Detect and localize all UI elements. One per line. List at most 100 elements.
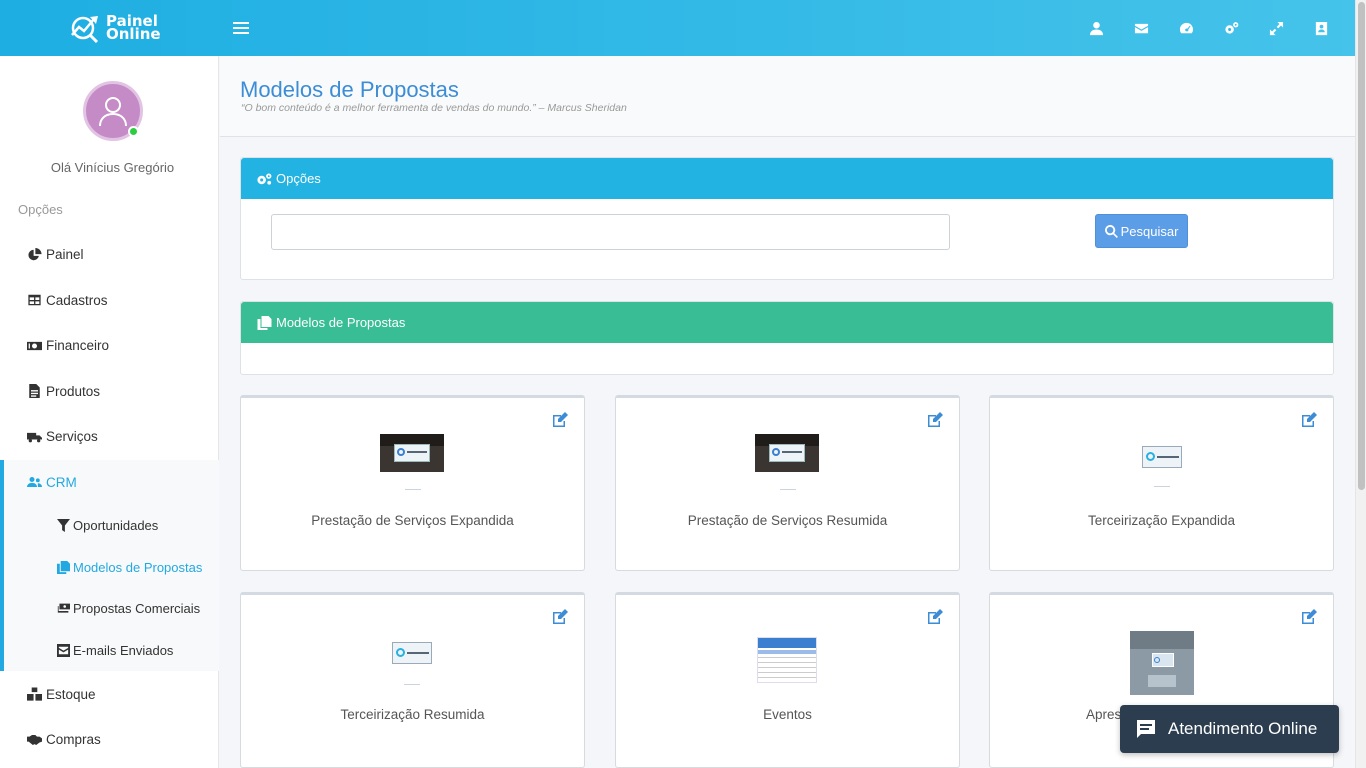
submenu-item-label: Modelos de Propostas xyxy=(73,559,203,575)
submenu-item-emails-enviados[interactable]: E-mails Enviados xyxy=(4,630,219,672)
chat-icon xyxy=(1137,720,1155,738)
online-status-dot xyxy=(128,126,139,137)
edit-icon[interactable] xyxy=(1301,609,1318,625)
models-panel-title: Modelos de Propostas xyxy=(276,315,406,330)
sidebar-section-label: Opções xyxy=(18,202,63,217)
dashboard-icon[interactable] xyxy=(1164,0,1209,56)
brand-logo[interactable]: Painel Online xyxy=(68,11,178,45)
submenu-item-label: E-mails Enviados xyxy=(73,643,174,659)
search-input[interactable] xyxy=(271,214,950,250)
sidebar-item-compras[interactable]: Compras xyxy=(0,717,219,763)
sidebar-item-produtos[interactable]: Produtos xyxy=(0,369,219,415)
card-title: Terceirização Resumida xyxy=(340,707,485,722)
sidebar-item-financeiro[interactable]: Financeiro xyxy=(0,323,219,369)
search-button-label: Pesquisar xyxy=(1120,223,1179,239)
page-quote: “O bom conteúdo é a melhor ferramenta de… xyxy=(241,102,627,114)
sidebar-item-label: Compras xyxy=(46,732,101,748)
brand-text: Painel Online xyxy=(106,14,161,43)
template-thumbnail xyxy=(380,434,444,472)
money-stack-icon xyxy=(57,604,70,614)
pie-chart-icon xyxy=(28,247,42,260)
cogs-icon xyxy=(257,173,272,185)
online-support-chat-button[interactable]: Atendimento Online xyxy=(1120,705,1339,753)
template-thumbnail xyxy=(1142,446,1182,468)
page-title: Modelos de Propostas xyxy=(240,77,459,102)
chat-label: Atendimento Online xyxy=(1168,719,1318,738)
edit-icon[interactable] xyxy=(927,412,944,428)
options-panel: Opções Pesquisar xyxy=(240,157,1334,280)
truck-icon xyxy=(27,432,42,443)
sidebar-item-crm[interactable]: CRM xyxy=(4,460,219,506)
cubes-icon xyxy=(27,687,42,701)
sidebar-menu: Painel Cadastros Financeiro Produtos Ser… xyxy=(0,232,219,762)
options-panel-heading: Opções xyxy=(241,158,1333,199)
copy-icon xyxy=(257,315,272,330)
proposal-card[interactable]: Terceirização Resumida xyxy=(240,592,585,768)
top-bar: Painel Online xyxy=(0,0,1355,56)
sidebar-item-servicos[interactable]: Serviços xyxy=(0,414,219,460)
edit-icon[interactable] xyxy=(927,609,944,625)
sidebar-item-label: Cadastros xyxy=(46,292,108,308)
file-icon xyxy=(29,384,40,399)
search-button[interactable]: Pesquisar xyxy=(1095,214,1188,248)
proposal-card[interactable]: Terceirização Expandida xyxy=(989,395,1334,571)
edit-icon[interactable] xyxy=(552,609,569,625)
envelope-icon[interactable] xyxy=(1119,0,1164,56)
table-icon xyxy=(28,295,41,306)
card-title: Prestação de Serviços Resumida xyxy=(687,513,888,528)
options-panel-title: Opções xyxy=(276,171,321,186)
template-thumbnail xyxy=(1130,631,1194,695)
copy-icon xyxy=(57,560,70,574)
edit-icon[interactable] xyxy=(1301,412,1318,428)
card-title: Terceirização Expandida xyxy=(1087,513,1236,528)
edit-icon[interactable] xyxy=(552,412,569,428)
sidebar-item-label: CRM xyxy=(46,474,77,490)
user-avatar-icon xyxy=(99,97,127,127)
sidebar-item-label: Serviços xyxy=(46,429,98,445)
submenu-item-label: Propostas Comerciais xyxy=(73,601,201,617)
brand-line2: Online xyxy=(106,25,161,43)
sidebar-item-label: Painel xyxy=(46,247,84,263)
crm-group: CRM Oportunidades Modelos de Propostas P… xyxy=(0,459,219,672)
page-header: Modelos de Propostas “O bom conteúdo é a… xyxy=(220,56,1355,137)
template-thumbnail xyxy=(757,637,817,683)
logo-icon xyxy=(71,16,99,43)
top-icons xyxy=(1074,0,1344,56)
avatar[interactable] xyxy=(83,81,143,141)
address-book-icon[interactable] xyxy=(1299,0,1344,56)
card-title: Eventos xyxy=(763,707,812,722)
page-scrollbar[interactable] xyxy=(1355,0,1366,768)
proposal-card[interactable]: Prestação de Serviços Resumida xyxy=(615,395,960,571)
sidebar-item-label: Produtos xyxy=(46,383,101,399)
template-thumbnail xyxy=(392,642,432,664)
thumbnail-caption xyxy=(780,489,796,490)
sidebar: Olá Vinícius Gregório Opções Painel Cada… xyxy=(0,56,219,768)
thumbnail-caption xyxy=(404,684,420,685)
filter-icon xyxy=(57,519,70,533)
search-icon xyxy=(1104,224,1118,238)
template-thumbnail xyxy=(755,434,819,472)
sidebar-item-label: Estoque xyxy=(46,686,96,702)
users-icon xyxy=(27,477,42,488)
user-icon[interactable] xyxy=(1074,0,1119,56)
card-title: Prestação de Serviços Expandida xyxy=(311,513,514,528)
expand-icon[interactable] xyxy=(1254,0,1299,56)
sidebar-item-estoque[interactable]: Estoque xyxy=(0,671,219,717)
models-panel: Modelos de Propostas xyxy=(240,301,1334,375)
sidebar-item-cadastros[interactable]: Cadastros xyxy=(0,278,219,324)
thumbnail-caption xyxy=(405,489,421,490)
money-icon xyxy=(27,341,42,350)
scrollbar-thumb[interactable] xyxy=(1358,2,1365,490)
proposal-card[interactable]: Eventos xyxy=(615,592,960,768)
submenu-item-oportunidades[interactable]: Oportunidades xyxy=(4,505,219,547)
submenu-item-propostas-comerciais[interactable]: Propostas Comerciais xyxy=(4,588,219,630)
sidebar-item-label: Financeiro xyxy=(46,338,110,354)
card-title: Apres xyxy=(1086,707,1122,722)
cogs-icon[interactable] xyxy=(1209,0,1254,56)
submenu-item-modelos-de-propostas[interactable]: Modelos de Propostas xyxy=(4,547,219,589)
user-greeting: Olá Vinícius Gregório xyxy=(50,160,175,175)
menu-toggle-icon[interactable] xyxy=(233,19,249,37)
envelope-square-icon xyxy=(57,644,70,658)
proposal-card[interactable]: Prestação de Serviços Expandida xyxy=(240,395,585,571)
sidebar-item-painel[interactable]: Painel xyxy=(0,232,219,278)
